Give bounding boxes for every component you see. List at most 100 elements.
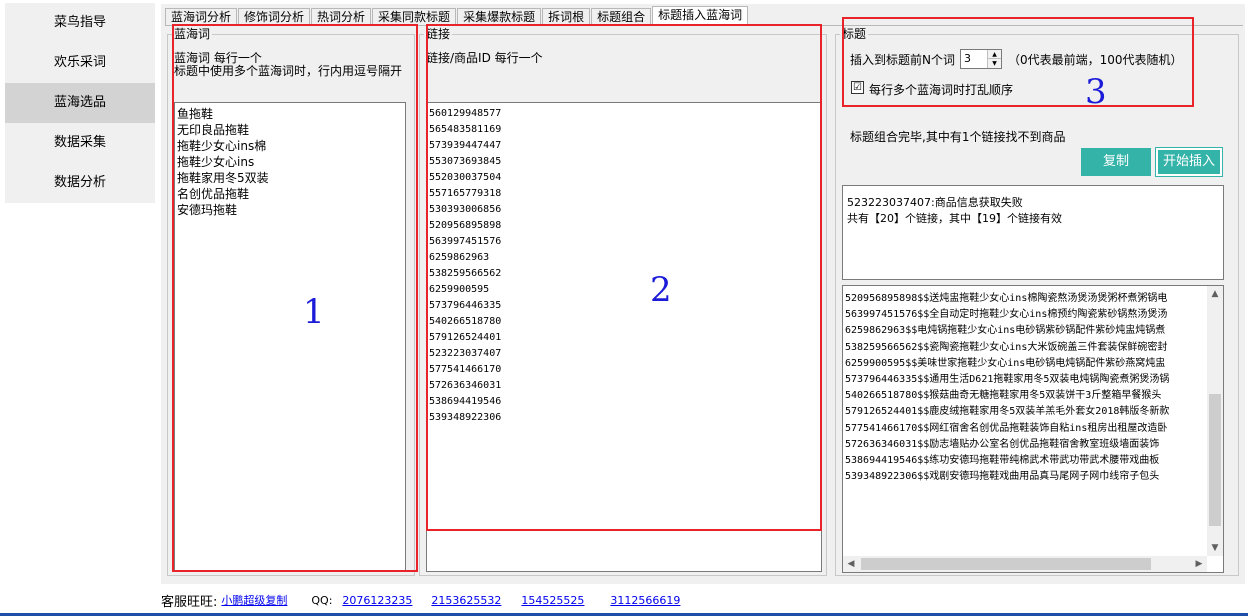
shuffle-checkbox[interactable]: ☑ [851, 81, 864, 94]
result-line: 573796446335$$通用生活D621拖鞋家用冬5双装电炖锅陶瓷煮粥煲汤锅 [845, 374, 1170, 386]
blue-words-hint: 蓝海词 每行一个 标题中使用多个蓝海词时，行内用逗号隔开 [174, 52, 402, 78]
tab-insert-blue-words[interactable]: 标题插入蓝海词 [652, 6, 749, 26]
checkmark-icon: ☑ [853, 82, 862, 93]
blue-words-hint-line2: 标题中使用多个蓝海词时，行内用逗号隔开 [174, 64, 403, 78]
link-line: 577541466170 [429, 364, 502, 375]
copy-button[interactable]: 复制 [1081, 148, 1151, 176]
tab-collect-hot-titles[interactable]: 采集爆款标题 [457, 8, 542, 26]
result-line: 539348922306$$戏剧安德玛拖鞋戏曲用品真马尾网子网巾线帘子包头 [845, 471, 1160, 483]
scroll-up-icon[interactable]: ▲ [1207, 286, 1223, 302]
link-line: 579126524401 [429, 332, 502, 343]
result-line: 6259862963$$电炖锅拖鞋少女心ins电砂锅紫砂锅配件紫砂炖盅炖锅煮 [845, 325, 1166, 337]
blue-word-line: 拖鞋少女心ins [177, 155, 255, 169]
link-line: 539348922306 [429, 412, 502, 423]
link-line: 540266518780 [429, 316, 502, 327]
annotation-number-2: 2 [650, 270, 672, 310]
insert-position-value: 3 [964, 52, 971, 65]
sidebar-item-blue-ocean[interactable]: 蓝海选品 [5, 83, 155, 123]
links-group-title: 链接 [424, 27, 453, 41]
tab-title-combine[interactable]: 标题组合 [591, 8, 652, 26]
blue-word-line: 无印良品拖鞋 [177, 123, 250, 137]
results-horizontal-scrollbar[interactable]: ◀ ▶ [843, 556, 1207, 572]
qq-link-2[interactable]: 2153625532 [431, 594, 501, 607]
links-textarea[interactable]: 560129948577 565483581169 573939447447 5530… [426, 102, 822, 572]
result-line: 538259566562$$瓷陶瓷拖鞋少女心ins大米饭碗盖三件套装保鲜碗密封 [845, 341, 1168, 353]
insert-position-stepper[interactable]: 3 ▲ ▼ [960, 49, 1002, 69]
hscroll-thumb[interactable] [861, 558, 1151, 570]
tab-modifier-analysis[interactable]: 修饰词分析 [238, 8, 311, 26]
sidebar-item-data-collect[interactable]: 数据采集 [5, 123, 155, 163]
title-group: 标题 插入到标题前N个词 3 ▲ ▼ （0代表最前端，100代表随机） ☑ 每行… [835, 27, 1239, 576]
start-insert-button[interactable]: 开始插入 [1155, 147, 1223, 177]
sidebar: 菜鸟指导 欢乐采词 蓝海选品 数据采集 数据分析 [5, 3, 155, 203]
link-line: 523223037407 [429, 348, 502, 359]
blue-word-line: 拖鞋少女心ins棉 [177, 139, 267, 153]
link-line: 538259566562 [429, 268, 502, 279]
qq-label: QQ: [311, 593, 333, 607]
insert-position-label: 插入到标题前N个词 [850, 53, 955, 67]
scroll-thumb[interactable] [1209, 394, 1221, 526]
tab-blue-word-analysis[interactable]: 蓝海词分析 [165, 8, 238, 26]
blue-words-textarea[interactable]: 鱼拖鞋无印良品拖鞋拖鞋少女心ins棉 拖鞋少女心ins 拖鞋家用冬5双装 名创优品拖鞋… [174, 102, 406, 572]
link-line: 573796446335 [429, 300, 502, 311]
result-line: 6259900595$$美味世家拖鞋少女心ins电砂锅电炖锅配件紫砂燕窝炖盅 [845, 357, 1166, 369]
stepper-up-icon[interactable]: ▲ [988, 50, 1001, 59]
qq-link-3[interactable]: 154525525 [521, 594, 584, 607]
blue-word-line: 鱼拖鞋 [177, 107, 214, 121]
blue-word-line: 拖鞋家用冬5双装 [177, 171, 269, 185]
log-line: 共有【20】个链接，其中【19】个链接有效 [847, 212, 1062, 225]
results-vertical-scrollbar[interactable]: ▲ ▼ [1207, 286, 1223, 556]
result-line: 520956895898$$送炖盅拖鞋少女心ins棉陶瓷熬汤煲汤煲粥杯煮粥锅电 [845, 293, 1168, 304]
link-line: 538694419546 [429, 396, 502, 407]
annotation-number-1: 1 [303, 292, 325, 332]
scroll-down-icon[interactable]: ▼ [1207, 540, 1223, 556]
link-line: 6259900595 [429, 284, 490, 295]
tab-collect-same-titles[interactable]: 采集同款标题 [372, 8, 457, 26]
service-link[interactable]: 小鹏超级复制 [221, 592, 287, 608]
links-hint: 链接/商品ID 每行一个 [426, 51, 543, 65]
tab-hot-word-analysis[interactable]: 热词分析 [311, 8, 372, 26]
log-line: 523223037407:商品信息获取失败 [847, 196, 1023, 209]
blue-word-line: 名创优品拖鞋 [177, 187, 250, 201]
link-line: 573939447447 [429, 140, 502, 151]
sidebar-item-data-analysis[interactable]: 数据分析 [5, 163, 155, 203]
insert-position-note: （0代表最前端，100代表随机） [1008, 53, 1183, 67]
tab-bar: 蓝海词分析 修饰词分析 热词分析 采集同款标题 采集爆款标题 拆词根 标题组合 … [165, 5, 749, 26]
tab-split-roots[interactable]: 拆词根 [542, 8, 591, 26]
sidebar-item-guide[interactable]: 菜鸟指导 [5, 3, 155, 43]
blue-words-group: 蓝海词 蓝海词 每行一个 标题中使用多个蓝海词时，行内用逗号隔开 鱼拖鞋无印良品… [167, 27, 415, 576]
sidebar-item-collect-words[interactable]: 欢乐采词 [5, 43, 155, 83]
log-textarea[interactable]: 523223037407:商品信息获取失败共有【20】个链接，其中【19】个链接… [842, 185, 1224, 280]
blue-word-line: 安德玛拖鞋 [177, 203, 238, 217]
shuffle-label: 每行多个蓝海词时打乱顺序 [869, 83, 1014, 97]
tab-page: 蓝海词 蓝海词 每行一个 标题中使用多个蓝海词时，行内用逗号隔开 鱼拖鞋无印良品… [165, 25, 1243, 581]
results-textarea[interactable]: 520956895898$$送炖盅拖鞋少女心ins棉陶瓷熬汤煲汤煲粥杯煮粥锅电 5… [842, 285, 1224, 573]
stepper-buttons: ▲ ▼ [987, 50, 1001, 68]
links-group: 链接 链接/商品ID 每行一个 560129948577 565483581169… [419, 27, 827, 576]
scroll-right-icon[interactable]: ▶ [1191, 556, 1207, 572]
link-line: 6259862963 [429, 252, 490, 263]
result-line: 540266518780$$猴菇曲奇无糖拖鞋家用冬5双装饼干3斤整箱早餐猴头 [845, 390, 1162, 402]
qq-link-1[interactable]: 2076123235 [342, 594, 412, 607]
blue-words-group-title: 蓝海词 [172, 27, 213, 41]
link-line: 563997451576 [429, 236, 502, 247]
scroll-left-icon[interactable]: ◀ [843, 556, 859, 572]
link-line: 572636346031 [429, 380, 502, 391]
result-line: 579126524401$$鹿皮绒拖鞋家用冬5双装羊羔毛外套女2018韩版冬新款 [845, 406, 1170, 418]
result-line: 577541466170$$网红宿舍名创优品拖鞋装饰自粘ins租房出租屋改造卧 [845, 422, 1168, 434]
link-line: 553073693845 [429, 156, 502, 167]
title-group-title: 标题 [840, 27, 869, 41]
link-line: 530393006856 [429, 204, 502, 215]
qq-link-4[interactable]: 3112566619 [610, 594, 680, 607]
service-label: 客服旺旺: [161, 594, 218, 610]
stepper-down-icon[interactable]: ▼ [988, 59, 1001, 68]
link-line: 552030037504 [429, 172, 502, 183]
link-line: 557165779318 [429, 188, 502, 199]
result-line: 572636346031$$励志墙贴办公室名创优品拖鞋宿舍教室班级墙面装饰 [845, 438, 1160, 450]
footer: 客服旺旺: 小鹏超级复制 QQ: 2076123235 2153625532 1… [161, 590, 680, 610]
annotation-number-3: 3 [1085, 72, 1107, 112]
status-message: 标题组合完毕,其中有1个链接找不到商品 [850, 130, 1066, 144]
result-line: 563997451576$$全自动定时拖鞋少女心ins棉预约陶瓷紫砂锅熬汤煲汤 [845, 309, 1168, 321]
link-line: 565483581169 [429, 124, 502, 135]
result-line: 538694419546$$练功安德玛拖鞋带纯棉武术带武功带武术腰带戏曲板 [845, 455, 1160, 467]
